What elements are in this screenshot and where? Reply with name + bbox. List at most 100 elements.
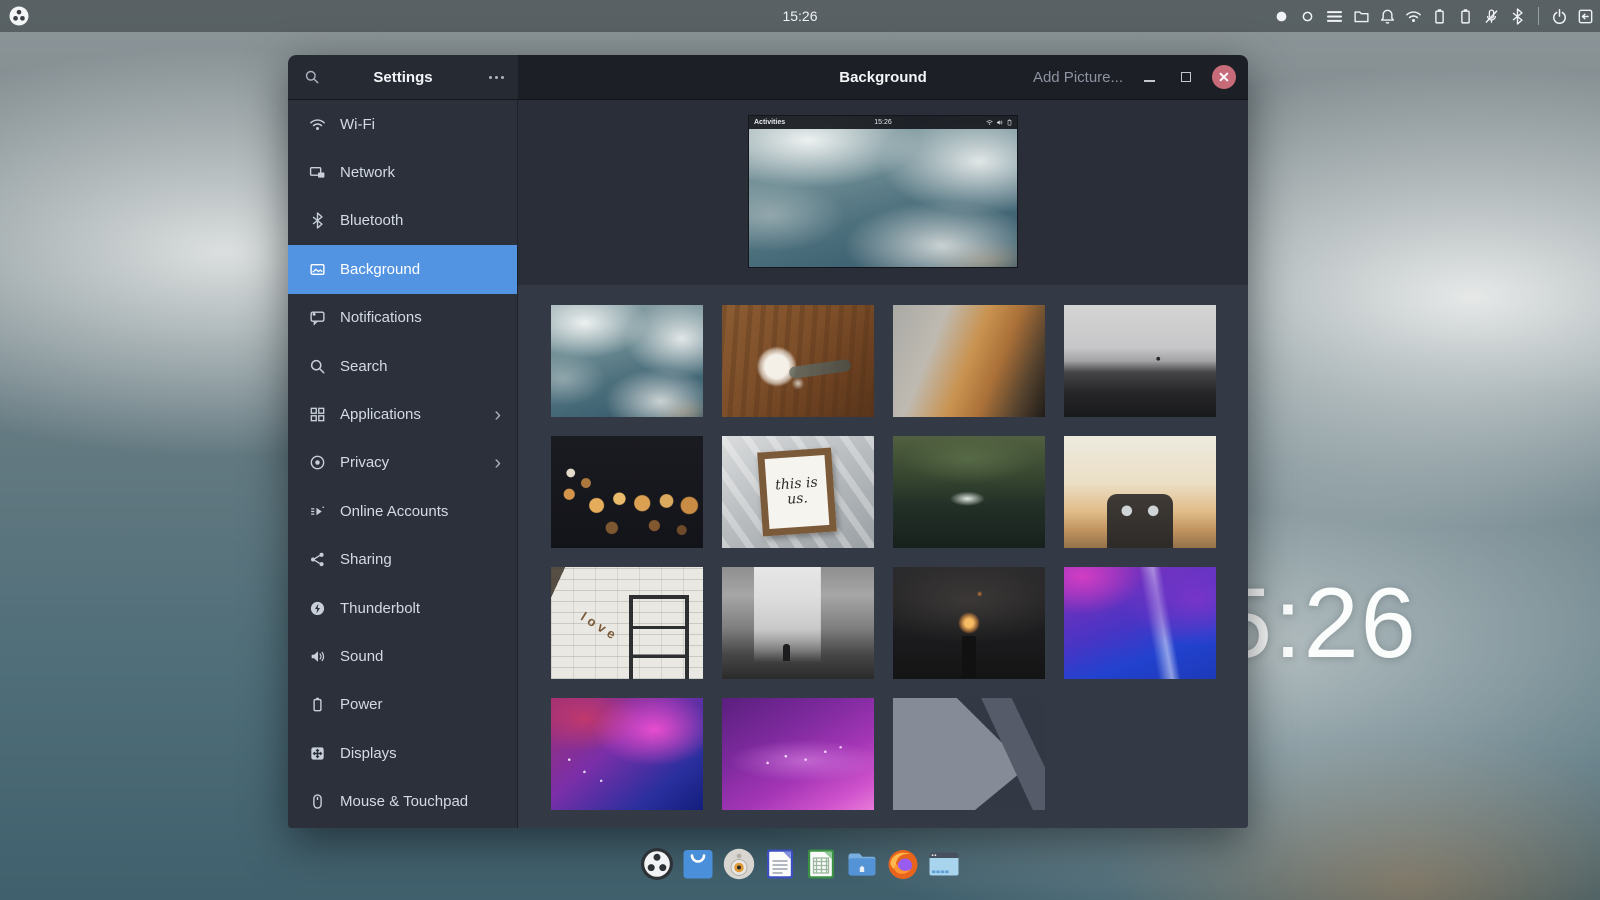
sidebar-headerbar: Settings (288, 55, 518, 100)
software-icon[interactable] (680, 846, 716, 882)
wallpaper-sleeping-cat[interactable] (893, 305, 1045, 417)
window-title: Settings (373, 69, 432, 86)
preview-volume-icon (996, 119, 1003, 126)
wifi-icon (308, 115, 326, 133)
sharing-icon (308, 551, 326, 569)
wallpaper-pink-blue-abstract[interactable] (551, 698, 703, 810)
wallpaper-spoon-of-salt[interactable] (722, 305, 874, 417)
chevron-right-icon: › (494, 405, 501, 425)
sidebar-item-label: Sharing (340, 551, 392, 568)
terminal-icon[interactable] (926, 846, 962, 882)
bell-icon[interactable] (1379, 8, 1396, 25)
sidebar-item-label: Applications (340, 406, 421, 423)
chevron-right-icon: › (494, 453, 501, 473)
folder-icon[interactable] (1353, 8, 1370, 25)
wallpaper-coastal-silhouette[interactable] (1064, 305, 1216, 417)
maximize-button[interactable] (1175, 66, 1197, 88)
bluetooth-icon (308, 212, 326, 230)
preview-top-bar: Activities 15:26 (749, 116, 1017, 129)
sidebar-item-label: Displays (340, 745, 397, 762)
privacy-icon (308, 454, 326, 472)
sidebar-item-label: Privacy (340, 454, 389, 471)
sidebar-item-label: Mouse & Touchpad (340, 793, 468, 810)
background-panel: Activities 15:26 this is us. love (518, 100, 1248, 828)
wallpaper-swan-dark-water[interactable] (893, 436, 1045, 548)
wallpaper-purple-blue-abstract[interactable] (1064, 567, 1216, 679)
wallpaper-clouds-over-coast[interactable] (551, 305, 703, 417)
wallpaper-purple-sparkle[interactable] (722, 698, 874, 810)
sidebar-item-label: Wi-Fi (340, 116, 375, 133)
sidebar-item-sound[interactable]: Sound (288, 632, 517, 680)
sidebar-item-online-accounts[interactable]: Online Accounts (288, 487, 517, 535)
sidebar-item-search[interactable]: Search (288, 342, 517, 390)
close-button[interactable] (1212, 65, 1236, 89)
wallpaper-love-brick-wall[interactable]: love (551, 567, 703, 679)
libreoffice-writer-icon[interactable] (762, 846, 798, 882)
applications-icon (308, 406, 326, 424)
add-picture-button[interactable]: Add Picture... (1033, 69, 1123, 86)
sidebar-item-label: Bluetooth (340, 212, 403, 229)
budgie-menu-icon[interactable] (639, 846, 675, 882)
sidebar-item-label: Power (340, 696, 383, 713)
wallpaper-grid: this is us. love (518, 285, 1248, 828)
firefox-icon[interactable] (885, 846, 921, 882)
sidebar-item-label: Online Accounts (340, 503, 448, 520)
wallpaper-filament-bulb[interactable] (893, 567, 1045, 679)
power-icon (308, 696, 326, 714)
battery2-icon[interactable] (1457, 8, 1474, 25)
preview-battery-icon (1006, 119, 1013, 126)
more-menu-icon[interactable] (489, 76, 504, 79)
workspace-inactive-icon[interactable] (1299, 8, 1316, 25)
libreoffice-calc-icon[interactable] (803, 846, 839, 882)
sound-icon (308, 647, 326, 665)
sidebar-item-wifi[interactable]: Wi-Fi (288, 100, 517, 148)
wallpaper-waterfall[interactable] (722, 567, 874, 679)
background-icon (308, 260, 326, 278)
bluetooth-icon[interactable] (1509, 8, 1526, 25)
audio-player-icon[interactable] (721, 846, 757, 882)
desktop-preview: Activities 15:26 (748, 115, 1018, 268)
sidebar-item-sharing[interactable]: Sharing (288, 536, 517, 584)
wifi-icon[interactable] (1405, 8, 1422, 25)
wallpaper-tower-viewer[interactable] (1064, 436, 1216, 548)
desktop: 15:26 Monday April 1 Settings Background… (0, 0, 1600, 900)
battery-icon[interactable] (1431, 8, 1448, 25)
sidebar-item-label: Sound (340, 648, 383, 665)
headerbar[interactable]: Settings Background Add Picture... (288, 55, 1248, 100)
wallpaper-this-is-us-frame[interactable]: this is us. (722, 436, 874, 548)
network-icon (308, 164, 326, 182)
files-icon[interactable] (844, 846, 880, 882)
sidebar-item-thunderbolt[interactable]: Thunderbolt (288, 584, 517, 632)
sidebar-item-bluetooth[interactable]: Bluetooth (288, 197, 517, 245)
sidebar-item-network[interactable]: Network (288, 148, 517, 196)
page-headerbar: Background Add Picture... (518, 55, 1248, 100)
minimize-button[interactable] (1138, 66, 1160, 88)
tray-expand-icon[interactable] (1577, 8, 1594, 25)
love-letters: love (578, 609, 622, 644)
thunderbolt-icon (308, 599, 326, 617)
menu-icon[interactable] (1325, 7, 1344, 26)
sidebar-item-label: Network (340, 164, 395, 181)
wallpaper-bokeh-lights[interactable] (551, 436, 703, 548)
search-icon[interactable] (304, 69, 320, 85)
sidebar-item-background[interactable]: Background (288, 245, 517, 293)
panel-status-area (1273, 0, 1594, 32)
panel-separator (1538, 7, 1539, 25)
sidebar-item-applications[interactable]: Applications › (288, 390, 517, 438)
preview-clock: 15:26 (749, 119, 1017, 126)
wallpaper-gray-geometric[interactable] (893, 698, 1045, 810)
wallpaper-grid-section: this is us. love (518, 285, 1248, 828)
workspace-active-icon[interactable] (1273, 8, 1290, 25)
sidebar-item-label: Search (340, 358, 388, 375)
mic-muted-icon[interactable] (1483, 8, 1500, 25)
mouse-icon (308, 793, 326, 811)
sidebar-item-displays[interactable]: Displays (288, 729, 517, 777)
sidebar-item-label: Background (340, 261, 420, 278)
sidebar-item-mouse[interactable]: Mouse & Touchpad (288, 777, 517, 825)
search-icon (308, 357, 326, 375)
power-button-icon[interactable] (1551, 8, 1568, 25)
dock (0, 846, 1600, 882)
sidebar-item-privacy[interactable]: Privacy › (288, 439, 517, 487)
sidebar-item-power[interactable]: Power (288, 681, 517, 729)
sidebar-item-notifications[interactable]: Notifications (288, 294, 517, 342)
